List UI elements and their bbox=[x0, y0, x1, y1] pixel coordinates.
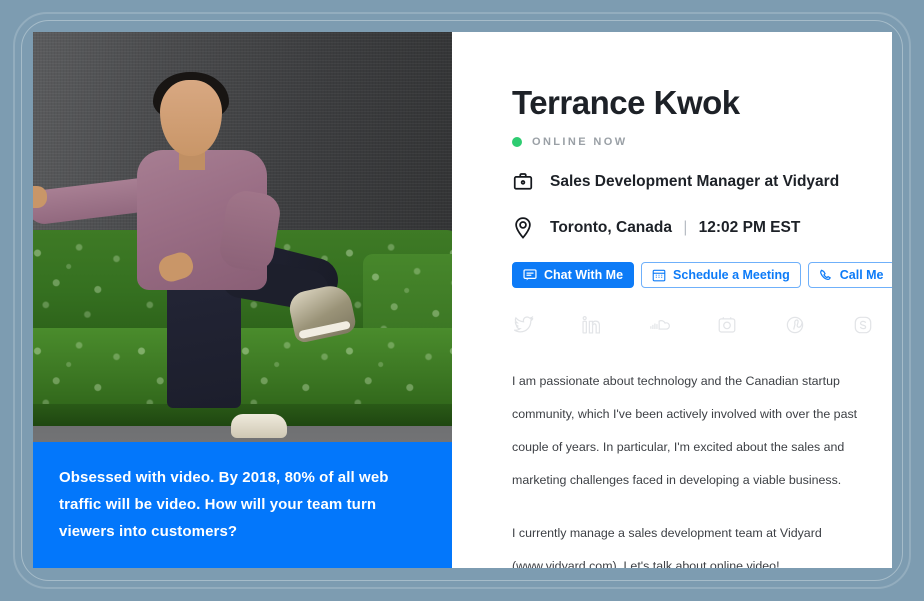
calendar-icon bbox=[652, 268, 666, 282]
schedule-meeting-label: Schedule a Meeting bbox=[673, 268, 790, 282]
location-and-time: Toronto, Canada | 12:02 PM EST bbox=[550, 219, 800, 237]
location-row: Toronto, Canada | 12:02 PM EST bbox=[512, 216, 892, 240]
online-dot-icon bbox=[512, 137, 522, 147]
phone-icon bbox=[819, 268, 833, 282]
chat-bubble-icon bbox=[523, 268, 537, 282]
schedule-meeting-button[interactable]: Schedule a Meeting bbox=[641, 262, 801, 288]
job-title-row: Sales Development Manager at Vidyard bbox=[512, 170, 892, 194]
profile-card: Obsessed with video. By 2018, 80% of all… bbox=[33, 32, 892, 568]
person-sneaker-floor bbox=[231, 414, 287, 438]
seat-floral-pattern bbox=[33, 328, 452, 414]
status-badge: ONLINE NOW bbox=[512, 136, 892, 148]
linkedin-icon[interactable] bbox=[582, 312, 650, 338]
chat-with-me-button[interactable]: Chat With Me bbox=[512, 262, 635, 288]
local-time-text: 12:02 PM EST bbox=[698, 219, 801, 236]
photo-caption-text: Obsessed with video. By 2018, 80% of all… bbox=[59, 469, 389, 540]
twitter-icon[interactable] bbox=[514, 312, 582, 338]
soundcloud-icon[interactable] bbox=[650, 312, 718, 338]
skype-icon[interactable] bbox=[854, 312, 892, 338]
bio-paragraph-1: I am passionate about technology and the… bbox=[512, 374, 858, 487]
location-text: Toronto, Canada bbox=[550, 219, 672, 236]
chat-with-me-label: Chat With Me bbox=[544, 268, 624, 282]
profile-photo bbox=[33, 32, 452, 442]
social-links-row bbox=[514, 312, 892, 338]
call-me-label: Call Me bbox=[839, 268, 884, 282]
couch-seat bbox=[33, 328, 452, 414]
call-me-button[interactable]: Call Me bbox=[807, 262, 892, 288]
bio-section: I am passionate about technology and the… bbox=[512, 365, 887, 568]
action-button-row: Chat With Me Schedule a Meeting Call Me bbox=[512, 262, 892, 288]
status-label: ONLINE NOW bbox=[532, 136, 628, 148]
instagram-icon[interactable] bbox=[718, 312, 786, 338]
job-title-text: Sales Development Manager at Vidyard bbox=[550, 173, 840, 190]
pinterest-icon[interactable] bbox=[786, 312, 854, 338]
briefcase-icon bbox=[512, 170, 534, 194]
location-time-separator: | bbox=[683, 219, 688, 236]
photo-pane: Obsessed with video. By 2018, 80% of all… bbox=[33, 32, 452, 568]
details-pane: Terrance Kwok ONLINE NOW Sales Developme… bbox=[452, 32, 892, 568]
page-title: Terrance Kwok bbox=[512, 84, 740, 121]
bio-paragraph-2: I currently manage a sales development t… bbox=[512, 526, 822, 568]
photo-caption-banner: Obsessed with video. By 2018, 80% of all… bbox=[33, 442, 452, 568]
location-pin-icon bbox=[512, 216, 534, 240]
